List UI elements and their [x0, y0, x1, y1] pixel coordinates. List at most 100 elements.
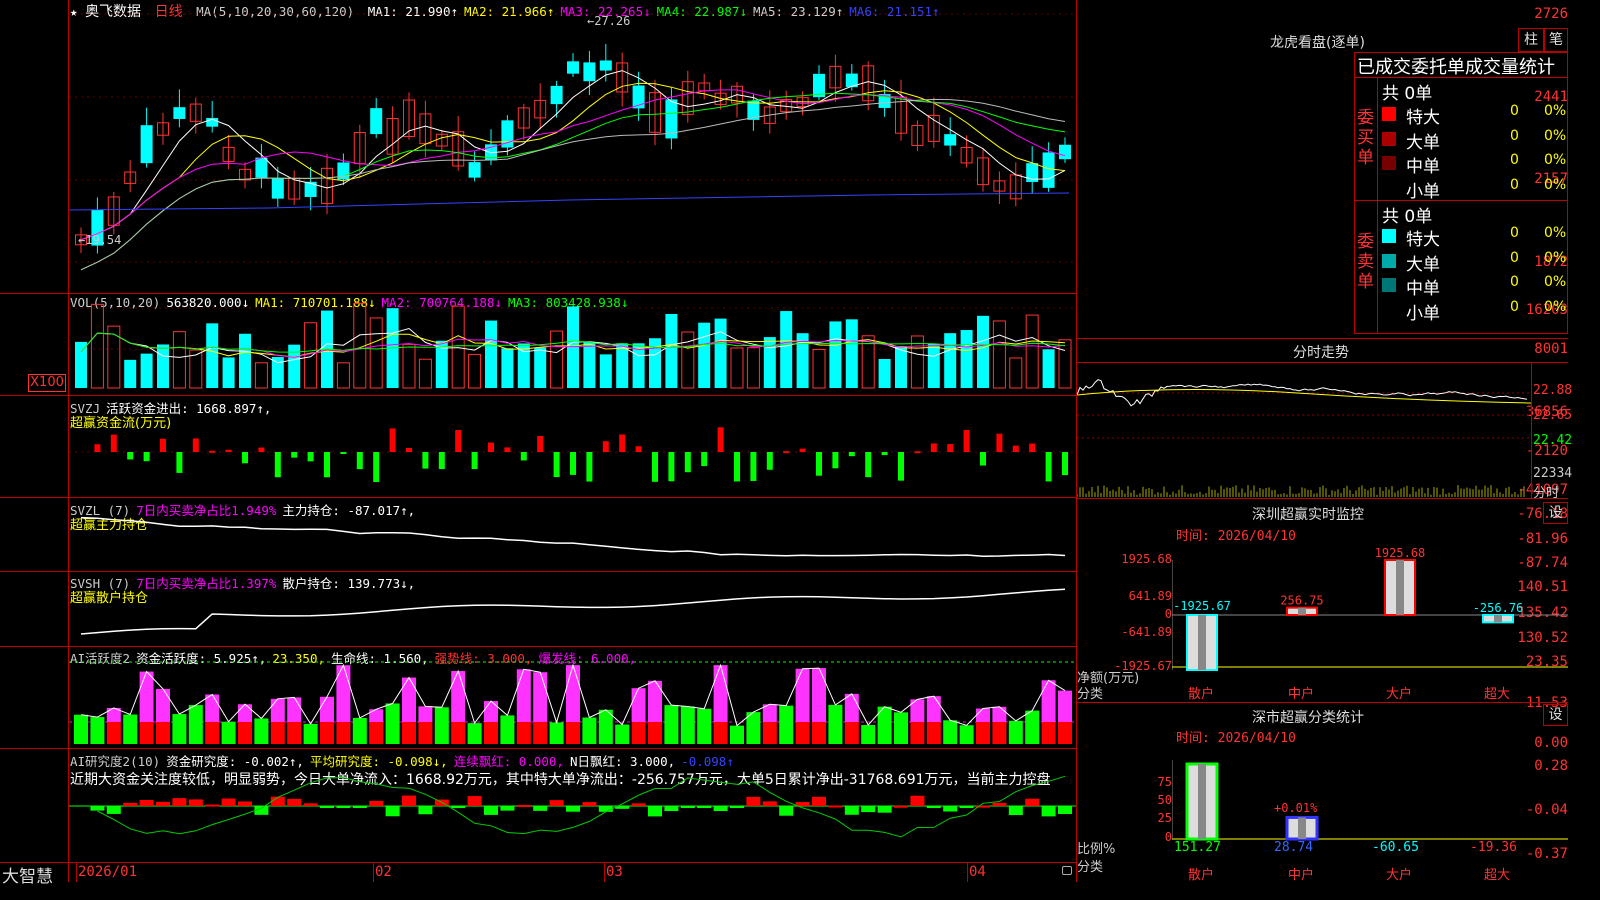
y-label: 50 [1157, 793, 1172, 807]
volume-bar [665, 313, 678, 388]
volume-bar [845, 319, 858, 388]
activity-bar [123, 714, 138, 744]
order-size-label: 特大 [1406, 108, 1440, 128]
flow-bar [783, 451, 790, 454]
activity-bar [402, 677, 416, 722]
color-swatch [1382, 278, 1396, 292]
tick-view-button[interactable]: 笔 [1544, 28, 1568, 52]
flow-bar [963, 430, 970, 452]
activity-bar [631, 722, 646, 744]
research-bar [582, 802, 597, 806]
settings-button[interactable]: 设 [1543, 704, 1568, 726]
activity-bar [926, 722, 941, 744]
ai-research-chart[interactable] [69, 749, 1076, 862]
order-percent: 0% [1544, 225, 1567, 241]
flow-bar [242, 452, 248, 464]
x-label: 03 [606, 864, 623, 880]
research-bar [631, 803, 646, 806]
activity-bar [106, 722, 121, 744]
main-force-holding-chart[interactable] [69, 498, 1076, 571]
volume-bar [124, 359, 137, 388]
order-count: 0 [1510, 274, 1519, 290]
volume-bar [254, 362, 268, 389]
flow-bar [356, 452, 363, 470]
ai-activity-chart[interactable] [69, 647, 1076, 748]
flow-bar [635, 446, 642, 452]
sz-classify-title: 深市超赢分类统计 [1252, 710, 1364, 726]
order-row: 大单 0 0% [1380, 250, 1568, 275]
y-label: -641.89 [1121, 625, 1172, 639]
volume-bar [1009, 357, 1023, 389]
intraday-title: 分时走势 [1293, 345, 1349, 361]
divider [1531, 363, 1532, 498]
research-bar [90, 806, 105, 811]
activity-bar [238, 722, 252, 744]
net-amount-chart[interactable]: -1925.67 256.75 1925.68 -256.76 [1172, 545, 1568, 685]
color-swatch [1382, 180, 1396, 195]
activity-bar [697, 708, 712, 744]
activity-bar [943, 720, 958, 744]
activity-bar [1058, 690, 1072, 722]
flow-bar [799, 448, 806, 452]
intraday-chart[interactable] [1077, 363, 1532, 498]
research-bar [320, 806, 334, 808]
flow-bar [980, 452, 986, 466]
activity-bar [1008, 720, 1023, 744]
activity-bar [336, 722, 351, 744]
ratio-bar-shade [1198, 764, 1206, 839]
activity-bar [205, 694, 220, 722]
y-label: 8001 [1534, 341, 1568, 357]
activity-bar [1025, 710, 1040, 744]
volume-bar [714, 318, 727, 388]
volume-bar [222, 357, 235, 388]
divider [1076, 702, 1568, 703]
research-bar [467, 796, 482, 806]
activity-bar [484, 722, 498, 744]
candle-down [944, 134, 957, 146]
volume-bar [550, 330, 564, 389]
retail-holding-chart[interactable] [69, 572, 1076, 646]
activity-bar [959, 725, 974, 744]
activity-bar [926, 696, 941, 722]
research-bar [139, 800, 154, 806]
activity-bar [992, 722, 1007, 744]
candle-down [173, 107, 186, 119]
settings-button[interactable]: 设 [1543, 502, 1568, 524]
flow-bar [881, 452, 888, 456]
lock-icon[interactable] [1062, 866, 1072, 875]
flow-bar [471, 452, 478, 470]
order-percent: 0% [1544, 298, 1567, 315]
activity-bar [828, 704, 843, 744]
volume-bar [992, 320, 1006, 389]
ma-line [69, 192, 1070, 211]
activity-bar [533, 672, 548, 722]
research-bar [500, 806, 515, 811]
order-percent: 0% [1544, 103, 1567, 119]
volume-unit-button[interactable]: X100 [28, 374, 66, 392]
volume-bar [944, 333, 957, 388]
flow-bar [160, 438, 166, 452]
flow-bar [488, 442, 494, 452]
time-label: 时间: 2026/04/10 [1176, 731, 1296, 746]
candlestick-chart[interactable] [69, 0, 1076, 293]
volume-bar [468, 353, 482, 389]
research-bar [664, 806, 679, 812]
capital-flow-chart[interactable] [69, 396, 1076, 497]
flow-bar [865, 452, 872, 478]
activity-bar [779, 705, 794, 744]
flow-bar [324, 452, 330, 478]
x-tick [76, 862, 77, 882]
candle-down [599, 60, 612, 71]
activity-bar [221, 721, 236, 744]
activity-bar [648, 722, 662, 744]
volume-bar [616, 343, 629, 388]
activity-bar [762, 722, 777, 744]
bar-view-button[interactable]: 柱 [1518, 28, 1544, 52]
volume-bar [402, 343, 416, 389]
flow-bar [504, 447, 511, 452]
net-bar-shade [1198, 615, 1206, 670]
y-label: 22334 [1533, 466, 1573, 481]
flow-bar [307, 452, 314, 462]
volume-chart[interactable] [69, 294, 1076, 395]
y-label: 0 [1164, 607, 1172, 621]
